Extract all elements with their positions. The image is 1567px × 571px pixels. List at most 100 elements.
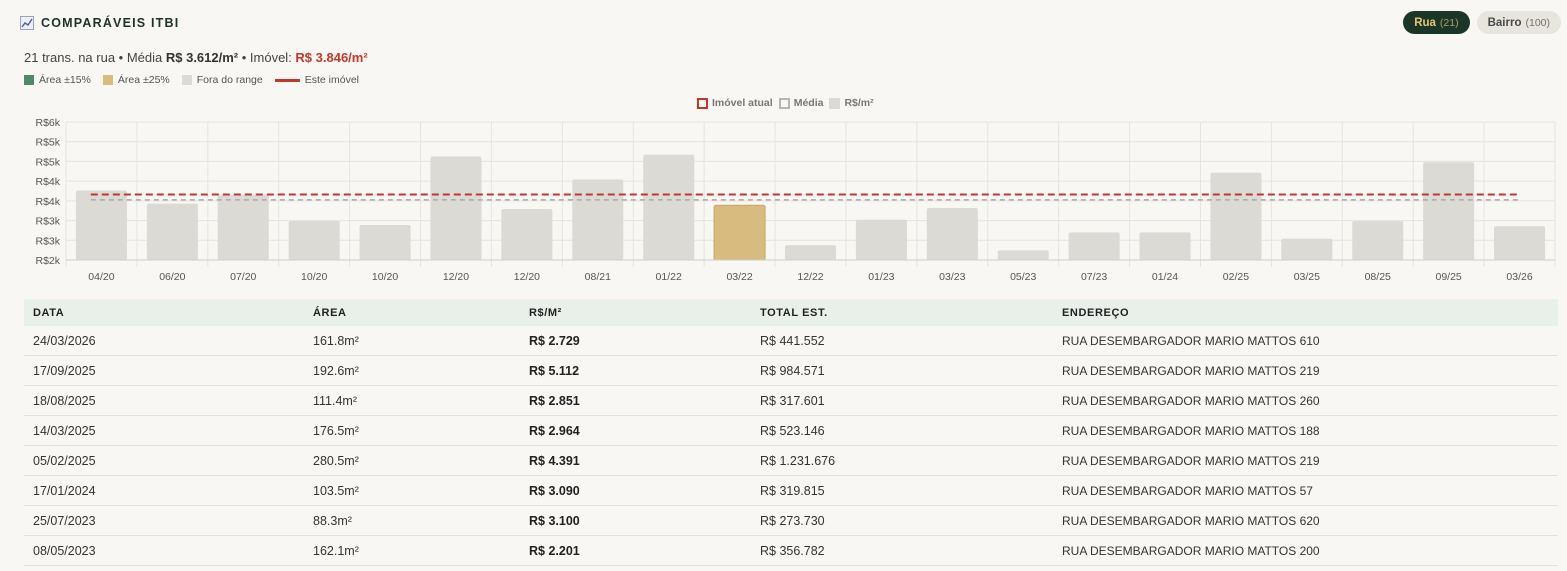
chart-legend-imovel-atual[interactable]: Imóvel atual <box>697 97 773 109</box>
x-tick-label: 07/20 <box>230 271 256 283</box>
table-row[interactable]: 17/01/2024 103.5m² R$ 3.090 R$ 319.815 RUA D… <box>24 475 1558 506</box>
col-header-data[interactable]: DATA <box>24 299 304 326</box>
section-header: COMPARÁVEIS ITBI <box>20 12 179 34</box>
table-row[interactable]: 08/05/2023 162.1m² R$ 2.201 R$ 356.782 RUA D… <box>24 535 1558 566</box>
table-row[interactable]: 25/07/2023 88.3m² R$ 3.100 R$ 273.730 RUA DE… <box>24 505 1558 536</box>
x-tick-label: 03/25 <box>1294 271 1320 283</box>
col-header-rs-m2[interactable]: R$/M² <box>520 299 751 326</box>
chart-bar[interactable] <box>359 225 411 260</box>
summary-line: 21 trans. na rua • Média R$ 3.612/m² • I… <box>24 50 368 65</box>
legend-item-area-15: Área ±15% <box>24 74 91 86</box>
table-row[interactable]: 05/02/2025 280.5m² R$ 4.391 R$ 1.231.676 RUA… <box>24 445 1558 476</box>
cell-data: 08/05/2023 <box>24 535 304 566</box>
legend-label: Este imóvel <box>304 74 359 86</box>
x-tick-label: 05/23 <box>1010 271 1036 283</box>
cell-area: 162.1m² <box>304 535 520 566</box>
legend-item-fora: Fora do range <box>181 74 263 86</box>
transactions-table: DATA ÁREA R$/M² TOTAL EST. ENDEREÇO 24/0… <box>24 299 1558 566</box>
chart-bar[interactable] <box>75 190 127 260</box>
grey-box-icon <box>829 97 841 109</box>
legend-label: Área ±15% <box>39 74 91 86</box>
cell-area: 176.5m² <box>304 415 520 446</box>
section-title: COMPARÁVEIS ITBI <box>41 16 180 30</box>
cell-endereco: RUA DESEMBARGADOR MARIO MATTOS 188 <box>1053 415 1558 446</box>
chart-bar[interactable] <box>643 154 695 260</box>
chart-bar[interactable] <box>288 220 340 260</box>
chart-bar[interactable] <box>1281 238 1333 260</box>
x-tick-label: 01/24 <box>1152 271 1178 283</box>
x-tick-label: 03/23 <box>939 271 965 283</box>
x-tick-label: 08/21 <box>585 271 611 283</box>
legend-swatch-grey <box>181 75 192 85</box>
toggle-rua-button[interactable]: Rua (21) <box>1403 11 1470 34</box>
chart-bar[interactable] <box>1068 232 1120 260</box>
cell-data: 14/03/2025 <box>24 415 304 446</box>
cell-endereco: RUA DESEMBARGADOR MARIO MATTOS 260 <box>1053 385 1558 416</box>
x-tick-label: 12/20 <box>443 271 469 283</box>
chart-bar[interactable] <box>784 245 837 260</box>
col-header-total[interactable]: TOTAL EST. <box>751 299 1053 326</box>
chart-legend-media[interactable]: Média <box>778 97 823 109</box>
chart-legend-label: R$/m² <box>844 97 874 109</box>
scope-toggle: Rua (21) Bairro (100) <box>1403 11 1561 34</box>
x-tick-label: 01/22 <box>656 271 682 283</box>
dashed-grey-box-icon <box>778 97 790 109</box>
chart-bar[interactable] <box>217 195 269 260</box>
chart-bar[interactable] <box>855 219 907 260</box>
x-tick-label: 03/22 <box>726 271 752 283</box>
cell-area: 111.4m² <box>304 385 520 416</box>
col-header-area[interactable]: ÁREA <box>304 299 520 326</box>
toggle-bairro-button[interactable]: Bairro (100) <box>1476 11 1561 34</box>
chart-bar[interactable] <box>1139 232 1191 260</box>
legend-label: Área ±25% <box>117 74 170 86</box>
chart-bar[interactable] <box>1494 226 1546 260</box>
y-tick-label: R$2k <box>35 255 60 267</box>
cell-rs-m2: R$ 5.112 <box>520 355 751 386</box>
cell-rs-m2: R$ 2.851 <box>520 385 751 416</box>
y-tick-label: R$4k <box>35 196 60 208</box>
dashed-red-box-icon <box>697 97 708 109</box>
chart-bar[interactable] <box>572 179 624 261</box>
cell-endereco: RUA DESEMBARGADOR MARIO MATTOS 57 <box>1053 475 1558 506</box>
chart-bar[interactable] <box>430 156 482 261</box>
x-tick-label: 02/25 <box>1223 271 1249 283</box>
cell-endereco: RUA DESEMBARGADOR MARIO MATTOS 620 <box>1053 505 1558 536</box>
cell-data: 17/09/2025 <box>24 355 304 386</box>
chart-bar[interactable] <box>1423 162 1475 260</box>
col-header-endereco[interactable]: ENDEREÇO <box>1053 299 1558 326</box>
cell-data: 05/02/2025 <box>24 445 304 476</box>
cell-area: 161.8m² <box>304 326 520 356</box>
cell-total: R$ 441.552 <box>751 326 1053 356</box>
x-tick-label: 01/23 <box>868 271 894 283</box>
x-tick-label: 06/20 <box>159 271 185 283</box>
cell-area: 88.3m² <box>304 505 520 536</box>
x-tick-label: 12/22 <box>797 271 823 283</box>
cell-rs-m2: R$ 4.391 <box>520 445 751 476</box>
chart-bar[interactable] <box>926 208 978 260</box>
cell-area: 280.5m² <box>304 445 520 476</box>
table-row[interactable]: 14/03/2025 176.5m² R$ 2.964 R$ 523.146 RUA D… <box>24 415 1558 446</box>
summary-media-value: R$ 3.612/m² <box>165 50 239 65</box>
chart-legend-rs-m2[interactable]: R$/m² <box>829 97 874 109</box>
chart-bar[interactable] <box>146 203 198 260</box>
chart-bar[interactable] <box>997 250 1049 260</box>
table-row[interactable]: 18/08/2025 111.4m² R$ 2.851 R$ 317.601 RUA D… <box>24 385 1558 416</box>
chart-legend-label: Imóvel atual <box>712 97 773 109</box>
table-row[interactable]: 24/03/2026 161.8m² R$ 2.729 R$ 441.552 RUA D… <box>24 326 1558 356</box>
chart-bar[interactable] <box>713 204 766 261</box>
chart-bar[interactable] <box>501 208 553 260</box>
toggle-bairro-label: Bairro <box>1487 16 1522 29</box>
table-row[interactable]: 17/09/2025 192.6m² R$ 5.112 R$ 984.571 RUA D… <box>24 355 1558 386</box>
toggle-bairro-count: (100) <box>1525 16 1550 29</box>
legend-item-este-imovel: Este imóvel <box>274 74 359 86</box>
chart-icon <box>20 16 34 30</box>
cell-rs-m2: R$ 2.201 <box>520 535 751 566</box>
cell-endereco: RUA DESEMBARGADOR MARIO MATTOS 200 <box>1053 535 1558 566</box>
legend-swatch-green <box>24 75 34 85</box>
x-tick-label: 09/25 <box>1436 271 1462 283</box>
chart-bar[interactable] <box>1352 221 1404 260</box>
cell-total: R$ 984.571 <box>751 355 1053 386</box>
cell-data: 17/01/2024 <box>24 475 304 506</box>
chart-bar[interactable] <box>1210 172 1262 260</box>
cell-data: 24/03/2026 <box>24 326 304 356</box>
